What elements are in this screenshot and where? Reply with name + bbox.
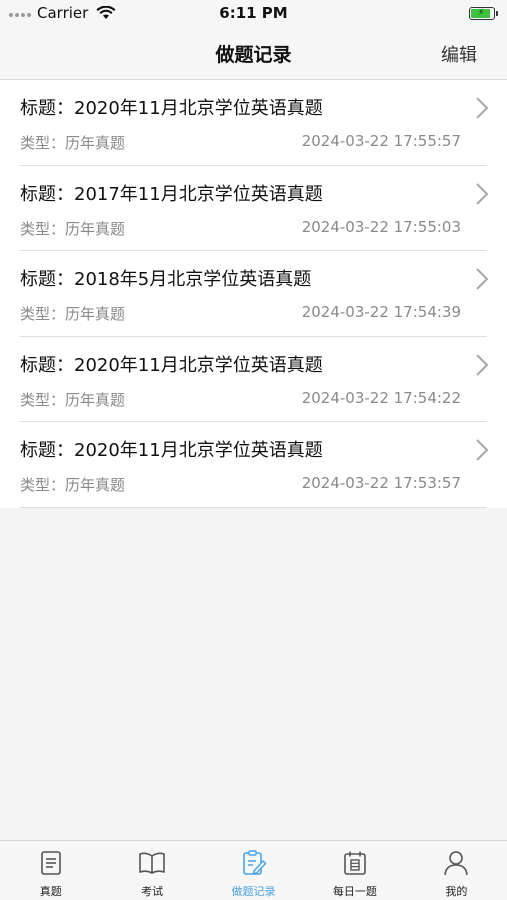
- tab-label: 真题: [39, 885, 62, 898]
- book-icon: [139, 852, 165, 874]
- list-item[interactable]: 标题：2017年11月北京学位英语真题 类型：历年真题 2024-03-22 1…: [20, 166, 489, 251]
- record-title: 标题：2017年11月北京学位英语真题: [20, 183, 323, 205]
- tab-profile[interactable]: 我的: [406, 841, 507, 900]
- edit-note-icon: [242, 850, 266, 875]
- record-title: 标题：2020年11月北京学位英语真题: [20, 98, 323, 119]
- page-title: 做题记录: [215, 44, 292, 66]
- record-list: 标题：2020年11月北京学位英语真题 类型：历年真题 2024-03-22 1…: [0, 80, 507, 508]
- record-title: 标题：2020年11月北京学位英语真题: [20, 354, 323, 376]
- record-type: 类型：历年真题: [20, 219, 126, 238]
- tab-label: 考试: [141, 885, 164, 898]
- chevron-right-icon: [476, 439, 489, 461]
- document-icon: [40, 851, 61, 875]
- record-timestamp: 2024-03-22 17:53:57: [301, 474, 461, 492]
- tab-label: 每日一题: [332, 885, 377, 898]
- battery-charging-icon: ⚡: [469, 7, 498, 20]
- record-timestamp: 2024-03-22 17:55:57: [301, 132, 461, 150]
- chevron-right-icon: [476, 353, 489, 376]
- record-type: 类型：历年真题: [20, 476, 126, 494]
- user-icon: [444, 851, 469, 876]
- record-timestamp: 2024-03-22 17:54:22: [301, 388, 461, 407]
- chevron-right-icon: [476, 268, 489, 290]
- list-item[interactable]: 标题：2020年11月北京学位英语真题 类型：历年真题 2024-03-22 1…: [20, 422, 489, 508]
- list-item[interactable]: 标题：2018年5月北京学位英语真题 类型：历年真题 2024-03-22 17…: [20, 251, 489, 337]
- tab-bar: 真题 考试 做题记录 每日一题 我的: [0, 840, 507, 900]
- record-type: 类型：历年真题: [20, 305, 126, 323]
- record-timestamp: 2024-03-22 17:54:39: [301, 303, 461, 321]
- tab-label: 我的: [445, 885, 468, 898]
- tab-daily-question[interactable]: 每日一题: [304, 841, 405, 900]
- chevron-right-icon: [476, 97, 489, 119]
- record-timestamp: 2024-03-22 17:55:03: [301, 217, 461, 236]
- record-title: 标题：2018年5月北京学位英语真题: [20, 269, 312, 290]
- record-type: 类型：历年真题: [20, 134, 126, 152]
- status-time: 6:11 PM: [219, 4, 288, 22]
- tab-practice-records[interactable]: 做题记录: [203, 841, 304, 900]
- edit-button[interactable]: 编辑: [441, 41, 477, 67]
- tab-exam[interactable]: 考试: [101, 841, 202, 900]
- list-item[interactable]: 标题：2020年11月北京学位英语真题 类型：历年真题 2024-03-22 1…: [20, 80, 489, 166]
- record-type: 类型：历年真题: [20, 390, 126, 409]
- calendar-icon: [344, 851, 366, 875]
- list-item[interactable]: 标题：2020年11月北京学位英语真题 类型：历年真题 2024-03-22 1…: [20, 337, 489, 422]
- navigation-bar: 做题记录 编辑: [0, 28, 507, 80]
- tab-exam-papers[interactable]: 真题: [0, 841, 101, 900]
- record-title: 标题：2020年11月北京学位英语真题: [20, 440, 323, 461]
- chevron-right-icon: [476, 182, 489, 205]
- tab-label: 做题记录: [231, 885, 276, 898]
- status-bar: Carrier 6:11 PM ⚡: [0, 0, 507, 28]
